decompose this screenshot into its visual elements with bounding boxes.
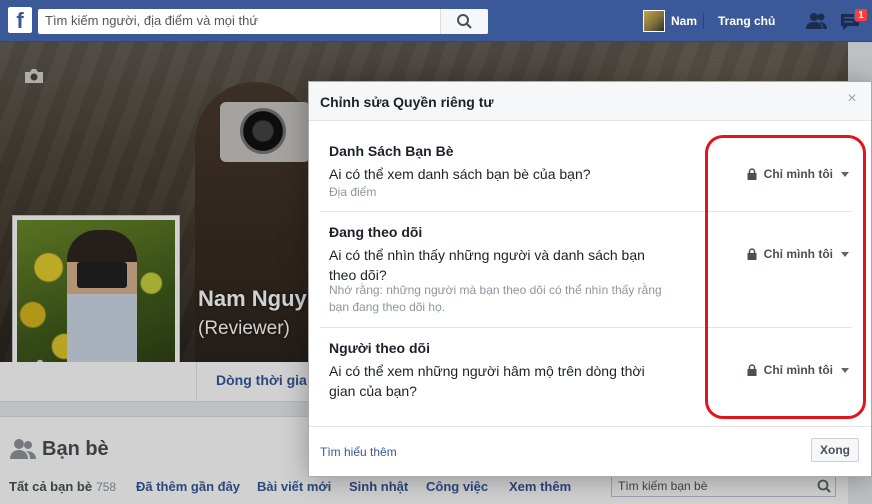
privacy-selector[interactable]: Chỉ mình tôi [746, 363, 849, 377]
friend-requests-icon[interactable] [806, 12, 828, 30]
facebook-logo[interactable]: f [8, 7, 32, 33]
global-search [38, 9, 488, 34]
row-question: Ai có thể nhìn thấy những người và danh … [329, 247, 645, 283]
top-navigation-bar: f Nam Trang chủ 1 [0, 0, 872, 42]
search-input[interactable] [45, 13, 445, 28]
profile-link[interactable]: Nam [671, 14, 697, 28]
privacy-row-following: Đang theo dõi Ai có thể nhìn thấy những … [320, 212, 852, 328]
row-note: Nhớ rằng: những người mà bạn theo dõi có… [329, 283, 662, 314]
dialog-title: Chỉnh sửa Quyền riêng tư [320, 94, 494, 110]
row-title: Danh Sách Bạn Bè [329, 143, 454, 159]
nav-divider [703, 13, 704, 29]
privacy-label: Chỉ mình tôi [763, 247, 833, 261]
lock-icon [747, 168, 757, 180]
search-button[interactable] [440, 9, 488, 34]
chevron-down-icon [841, 171, 849, 177]
row-question: Ai có thể xem danh sách bạn bè của bạn? [329, 166, 591, 182]
search-icon [457, 14, 472, 29]
chevron-down-icon [841, 367, 849, 373]
done-button[interactable]: Xong [811, 438, 859, 462]
dialog-header: Chỉnh sửa Quyền riêng tư × [309, 82, 871, 121]
lock-icon [747, 248, 757, 260]
privacy-label: Chỉ mình tôi [763, 363, 833, 377]
chevron-down-icon [841, 251, 849, 257]
learn-more-link[interactable]: Tìm hiểu thêm [320, 445, 397, 459]
row-question: Ai có thể xem những người hâm mộ trên dò… [329, 363, 645, 399]
row-note: Địa điểm [329, 185, 377, 199]
dialog-footer: Tìm hiểu thêm Xong [309, 426, 871, 476]
privacy-selector[interactable]: Chỉ mình tôi [746, 167, 849, 181]
home-link[interactable]: Trang chủ [718, 14, 775, 28]
privacy-row-followers: Người theo dõi Ai có thể xem những người… [320, 328, 852, 428]
privacy-dialog: Chỉnh sửa Quyền riêng tư × Danh Sách Bạn… [308, 81, 872, 477]
row-title: Người theo dõi [329, 340, 430, 356]
privacy-selector[interactable]: Chỉ mình tôi [746, 247, 849, 261]
user-avatar[interactable] [643, 10, 665, 32]
lock-icon [747, 364, 757, 376]
row-title: Đang theo dõi [329, 224, 423, 240]
close-icon[interactable]: × [845, 91, 859, 107]
privacy-label: Chỉ mình tôi [763, 167, 833, 181]
notification-badge: 1 [854, 8, 868, 22]
privacy-row-friends-list: Danh Sách Bạn Bè Ai có thể xem danh sách… [320, 122, 852, 212]
